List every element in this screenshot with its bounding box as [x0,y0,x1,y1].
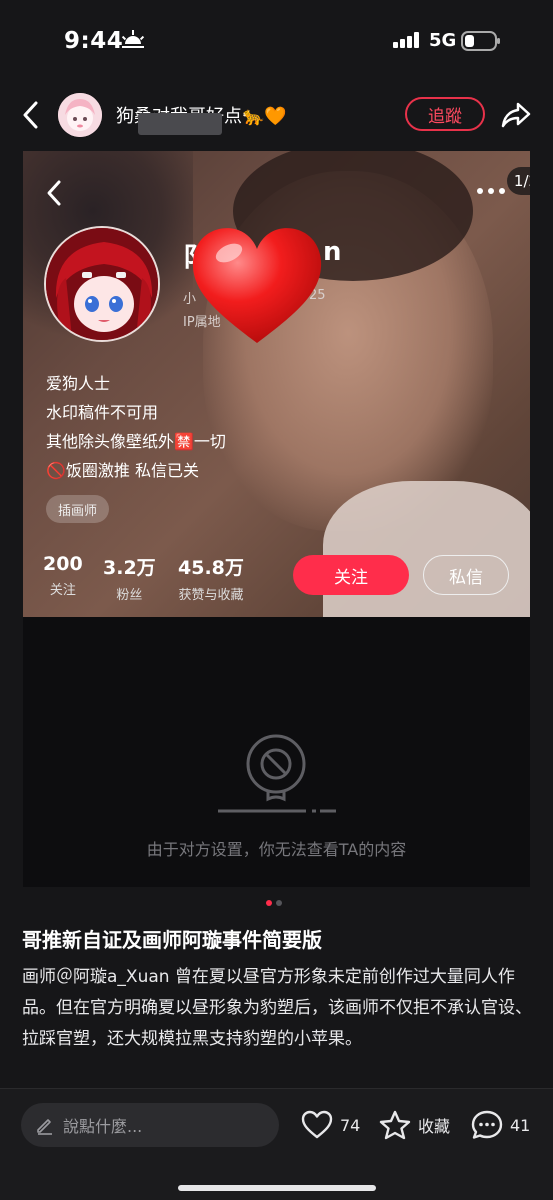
screenshot-back-icon [47,180,61,206]
pencil-icon [37,1119,52,1135]
profile-tag: 插画师 [46,495,110,523]
bio-line: 水印稿件不可用 [46,403,159,422]
stat-following: 200 关注 [43,553,83,598]
like-count: 74 [340,1115,361,1135]
comment-placeholder: 說點什麼... [63,1117,143,1136]
follow-author-button[interactable]: 追蹤 [405,97,485,131]
post-header: 狗桑对我哥好点🐆🧡 追蹤 [0,88,553,144]
background-shirt [323,481,530,617]
stat-label: 获赞与收藏 [178,588,244,603]
comment-button[interactable]: 41 [470,1105,530,1145]
stat-value: 3.2万 [103,557,156,579]
bottom-action-bar: 說點什麼... 74 收藏 41 [0,1088,553,1200]
carousel-dots [266,900,282,906]
stat-value: 200 [43,553,83,575]
screenshot-more-icon [477,188,505,194]
bio-line: 爱狗人士 [46,374,111,393]
back-icon[interactable] [18,100,44,130]
heart-outline-icon [301,1110,333,1139]
stat-label: 关注 [49,583,76,598]
collect-label: 收藏 [418,1117,451,1136]
star-outline-icon [379,1110,411,1140]
share-icon[interactable] [500,100,532,130]
status-bar: 9:44 5G [0,0,553,80]
status-time: 9:44 [64,28,124,54]
profile-avatar [44,226,160,342]
profile-bio: 爱狗人士 水印稿件不可用 其他除头像壁纸外🈲一切 🚫饭圈激推 私信已关 [46,369,226,485]
post-title: 哥推新自证及画师阿璇事件简要版 [22,928,322,952]
comment-input[interactable]: 說點什麼... [21,1103,279,1147]
home-indicator[interactable] [178,1185,376,1191]
heart-sticker-icon [192,228,322,343]
profile-message-button: 私信 [423,555,509,595]
stat-label: 粉丝 [116,588,143,603]
bio-line: 其他除头像壁纸外🈲一切 [46,432,226,451]
blocked-content-icon [218,734,336,813]
name-redaction [138,113,222,135]
profile-follow-button: 关注 [293,555,409,595]
like-button[interactable]: 74 [300,1105,360,1145]
stat-followers: 3.2万 粉丝 [103,553,156,603]
bio-line: 🚫饭圈激推 私信已关 [46,461,200,480]
comment-bubble-icon [471,1110,503,1139]
profile-screenshot: 阝 n 小 25 IP属地 爱狗人士 水印稿件不可用 其他除头像壁纸外🈲一切 🚫… [23,151,530,617]
stat-likes-collects: 45.8万 获赞与收藏 [178,553,244,603]
network-label: 5G [429,30,457,51]
sunset-icon [121,30,145,48]
comment-count: 41 [510,1115,531,1135]
signal-icon [393,32,419,48]
stat-value: 45.8万 [178,557,244,579]
author-avatar[interactable] [58,93,102,137]
post-body: 画师＠阿璇a_Xuan 曾在夏以昼官方形象未定前创作过大量同人作品。但在官方明确… [22,967,532,1049]
battery-icon [461,31,500,51]
collect-button[interactable]: 收藏 [378,1105,450,1145]
page-indicator: 1/2 [507,167,530,195]
post-media[interactable]: 阝 n 小 25 IP属地 爱狗人士 水印稿件不可用 其他除头像壁纸外🈲一切 🚫… [23,151,530,887]
blocked-content-text: 由于对方设置，你无法查看TA的内容 [146,840,407,859]
